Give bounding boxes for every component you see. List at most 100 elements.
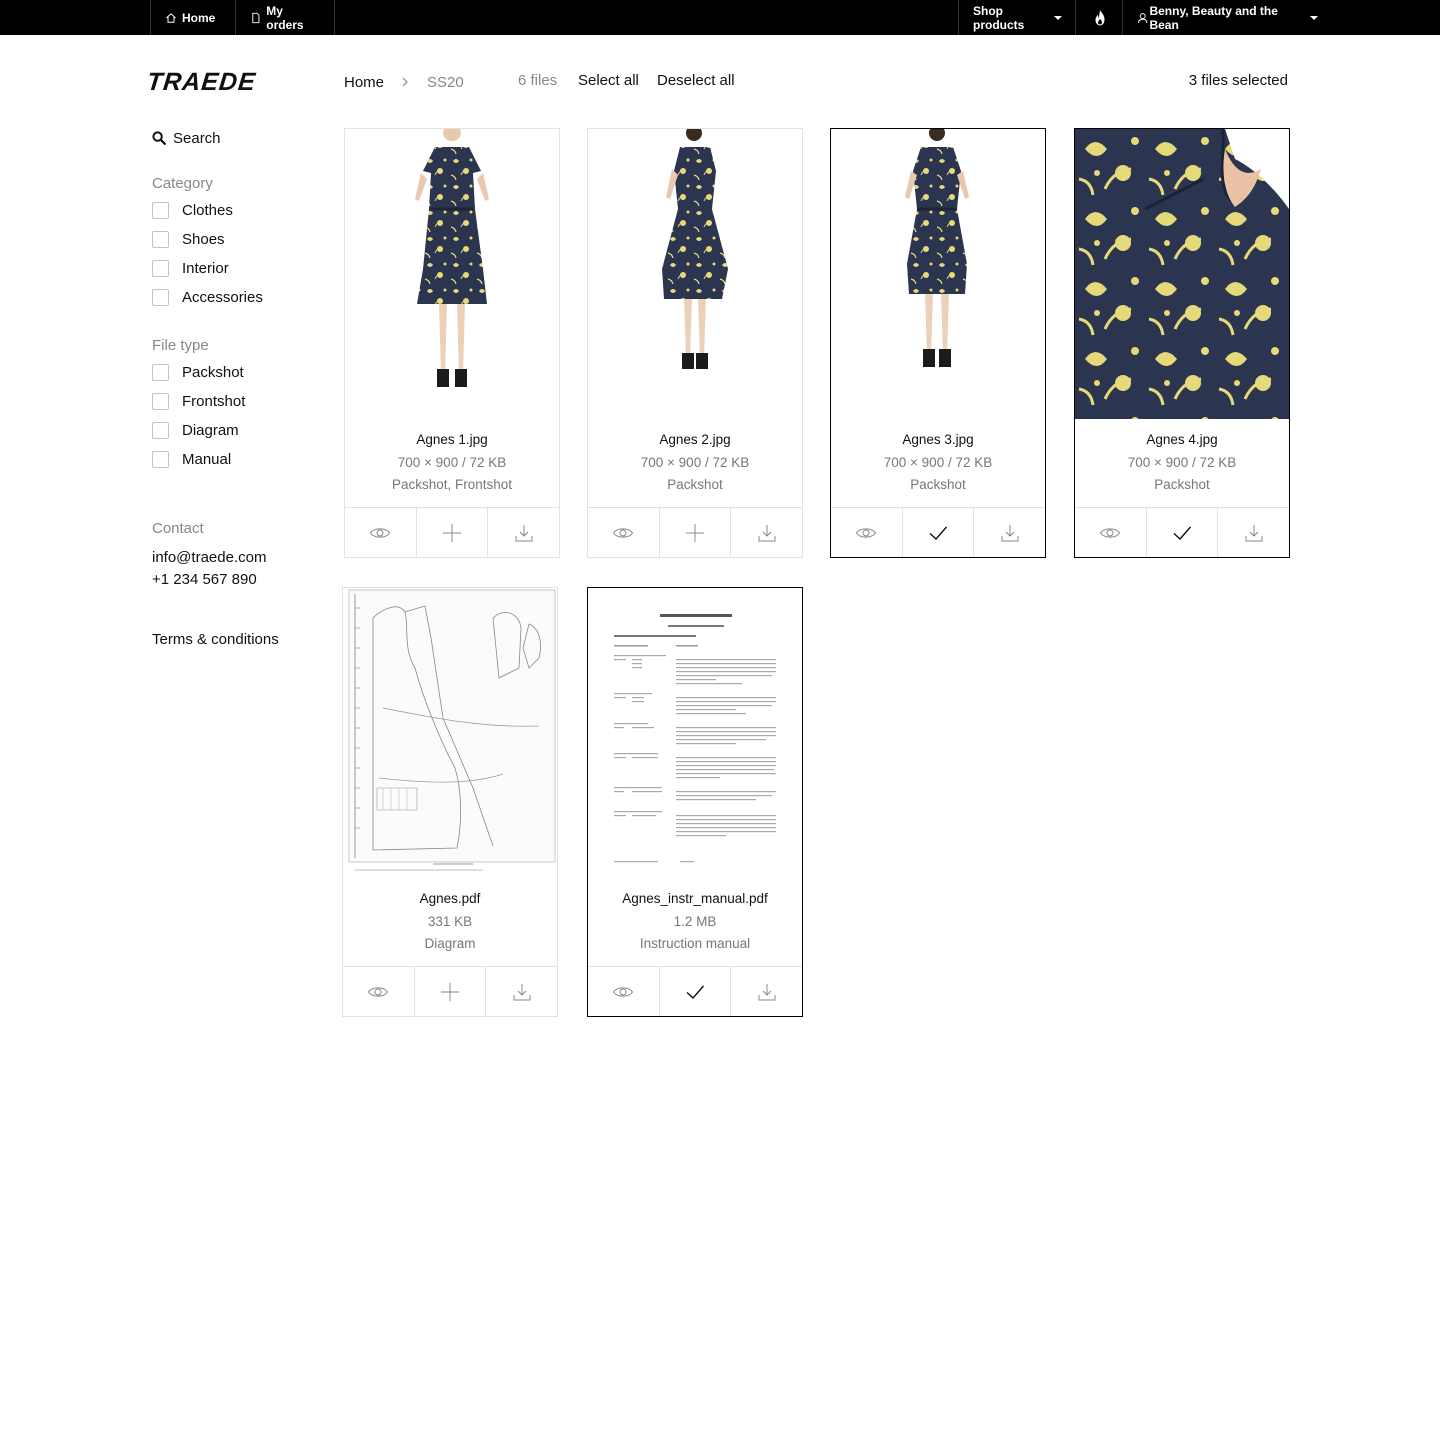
file-type: Packshot, Frontshot: [391, 477, 513, 492]
search-icon: [152, 131, 166, 145]
caret-down-icon: [1310, 15, 1318, 20]
filter-type-diagram[interactable]: Diagram: [152, 416, 322, 445]
traede-logo[interactable]: TRAEDE: [145, 68, 258, 97]
file-meta: 700 × 900 / 72 KB: [1127, 455, 1237, 470]
eye-icon: [370, 527, 391, 538]
filter-category-accessories[interactable]: Accessories: [152, 283, 322, 312]
filter-type-packshot[interactable]: Packshot: [152, 358, 322, 387]
filter-category-shoes[interactable]: Shoes: [152, 225, 322, 254]
eye-icon: [1100, 527, 1121, 538]
nav-home-label: Home: [182, 10, 216, 25]
file-type: Packshot: [910, 477, 966, 492]
download-button[interactable]: [731, 967, 802, 1016]
filter-label: Frontshot: [182, 393, 246, 410]
checkbox[interactable]: [152, 451, 169, 468]
preview-button[interactable]: [831, 508, 903, 557]
download-button[interactable]: [488, 508, 559, 557]
preview-button[interactable]: [588, 967, 660, 1016]
add-to-selection-button[interactable]: [417, 508, 489, 557]
file-card[interactable]: Agnes 2.jpg 700 × 900 / 72 KB Packshot: [587, 128, 803, 558]
checkbox[interactable]: [152, 202, 169, 219]
plus-icon: [443, 523, 461, 542]
file-name: Agnes.pdf: [419, 891, 481, 906]
add-to-selection-button[interactable]: [660, 508, 732, 557]
eye-icon: [613, 986, 634, 997]
category-title: Category: [152, 175, 213, 192]
download-icon: [515, 524, 533, 541]
brand-flame-button[interactable]: [1075, 0, 1123, 35]
file-card-selected[interactable]: Agnes 3.jpg 700 × 900 / 72 KB Packshot: [830, 128, 1046, 558]
checkbox[interactable]: [152, 393, 169, 410]
checkbox[interactable]: [152, 422, 169, 439]
contact-title: Contact: [152, 520, 204, 537]
file-card[interactable]: Agnes.pdf 331 KB Diagram: [342, 587, 558, 1017]
remove-from-selection-button[interactable]: [903, 508, 975, 557]
home-icon: [166, 12, 176, 23]
thumbnail-fabric-detail: [1075, 129, 1289, 419]
terms-link[interactable]: Terms & conditions: [152, 631, 322, 648]
filter-type-frontshot[interactable]: Frontshot: [152, 387, 322, 416]
card-actions: [588, 507, 802, 557]
filter-type-manual[interactable]: Manual: [152, 445, 322, 474]
eye-icon: [368, 986, 389, 997]
contact-email[interactable]: info@traede.com: [152, 547, 322, 569]
deselect-all-button[interactable]: Deselect all: [657, 72, 735, 89]
thumbnail-dress-side: [588, 129, 802, 419]
file-card-selected[interactable]: Agnes 4.jpg 700 × 900 / 72 KB Packshot: [1074, 128, 1290, 558]
file-name: Agnes 4.jpg: [1146, 432, 1218, 447]
file-type: Packshot: [667, 477, 723, 492]
account-dropdown[interactable]: Benny, Beauty and the Bean: [1122, 0, 1332, 35]
file-meta: 700 × 900 / 72 KB: [640, 455, 750, 470]
add-to-selection-button[interactable]: [415, 967, 487, 1016]
file-meta: 331 KB: [427, 914, 473, 929]
checkbox[interactable]: [152, 231, 169, 248]
filter-label: Shoes: [182, 231, 225, 248]
plus-icon: [441, 982, 459, 1001]
sidebar: Search Category Clothes Shoes Interior A…: [152, 126, 322, 648]
account-label: Benny, Beauty and the Bean: [1149, 3, 1278, 32]
preview-button[interactable]: [588, 508, 660, 557]
contact-phone[interactable]: +1 234 567 890: [152, 569, 322, 591]
filter-label: Diagram: [182, 422, 239, 439]
file-type: Packshot: [1154, 477, 1210, 492]
shop-products-dropdown[interactable]: Shop products: [958, 0, 1076, 35]
user-icon: [1137, 12, 1148, 23]
preview-button[interactable]: [343, 967, 415, 1016]
nav-home[interactable]: Home: [150, 0, 236, 35]
download-button[interactable]: [1218, 508, 1289, 557]
thumbnail-dress-back: [831, 129, 1045, 419]
preview-button[interactable]: [345, 508, 417, 557]
search-button[interactable]: Search: [152, 126, 322, 150]
shop-products-label: Shop products: [973, 3, 1025, 32]
file-meta: 700 × 900 / 72 KB: [397, 455, 507, 470]
check-icon: [929, 526, 948, 540]
check-icon: [1173, 526, 1192, 540]
eye-icon: [613, 527, 634, 538]
caret-down-icon: [1054, 15, 1062, 20]
flame-icon: [1095, 9, 1104, 25]
download-button[interactable]: [731, 508, 802, 557]
selected-files-count: 3 files selected: [1188, 72, 1288, 89]
download-icon: [513, 983, 531, 1000]
remove-from-selection-button[interactable]: [1147, 508, 1219, 557]
checkbox[interactable]: [152, 364, 169, 381]
files-count: 6 files: [518, 72, 558, 89]
download-icon: [758, 524, 776, 541]
preview-button[interactable]: [1075, 508, 1147, 557]
filter-category-interior[interactable]: Interior: [152, 254, 322, 283]
select-all-button[interactable]: Select all: [578, 72, 639, 89]
file-card[interactable]: Agnes 1.jpg 700 × 900 / 72 KB Packshot, …: [344, 128, 560, 558]
checkbox[interactable]: [152, 289, 169, 306]
breadcrumb-home[interactable]: Home: [344, 74, 384, 91]
filter-label: Packshot: [182, 364, 244, 381]
card-actions: [345, 507, 559, 557]
file-name: Agnes 1.jpg: [416, 432, 488, 447]
checkbox[interactable]: [152, 260, 169, 277]
thumbnail-sewing-pattern: [343, 588, 557, 878]
remove-from-selection-button[interactable]: [660, 967, 732, 1016]
filter-category-clothes[interactable]: Clothes: [152, 196, 322, 225]
download-button[interactable]: [486, 967, 557, 1016]
download-button[interactable]: [974, 508, 1045, 557]
file-card-selected[interactable]: Agnes_instr_manual.pdf 1.2 MB Instructio…: [587, 587, 803, 1017]
nav-my-orders[interactable]: My orders: [235, 0, 335, 35]
